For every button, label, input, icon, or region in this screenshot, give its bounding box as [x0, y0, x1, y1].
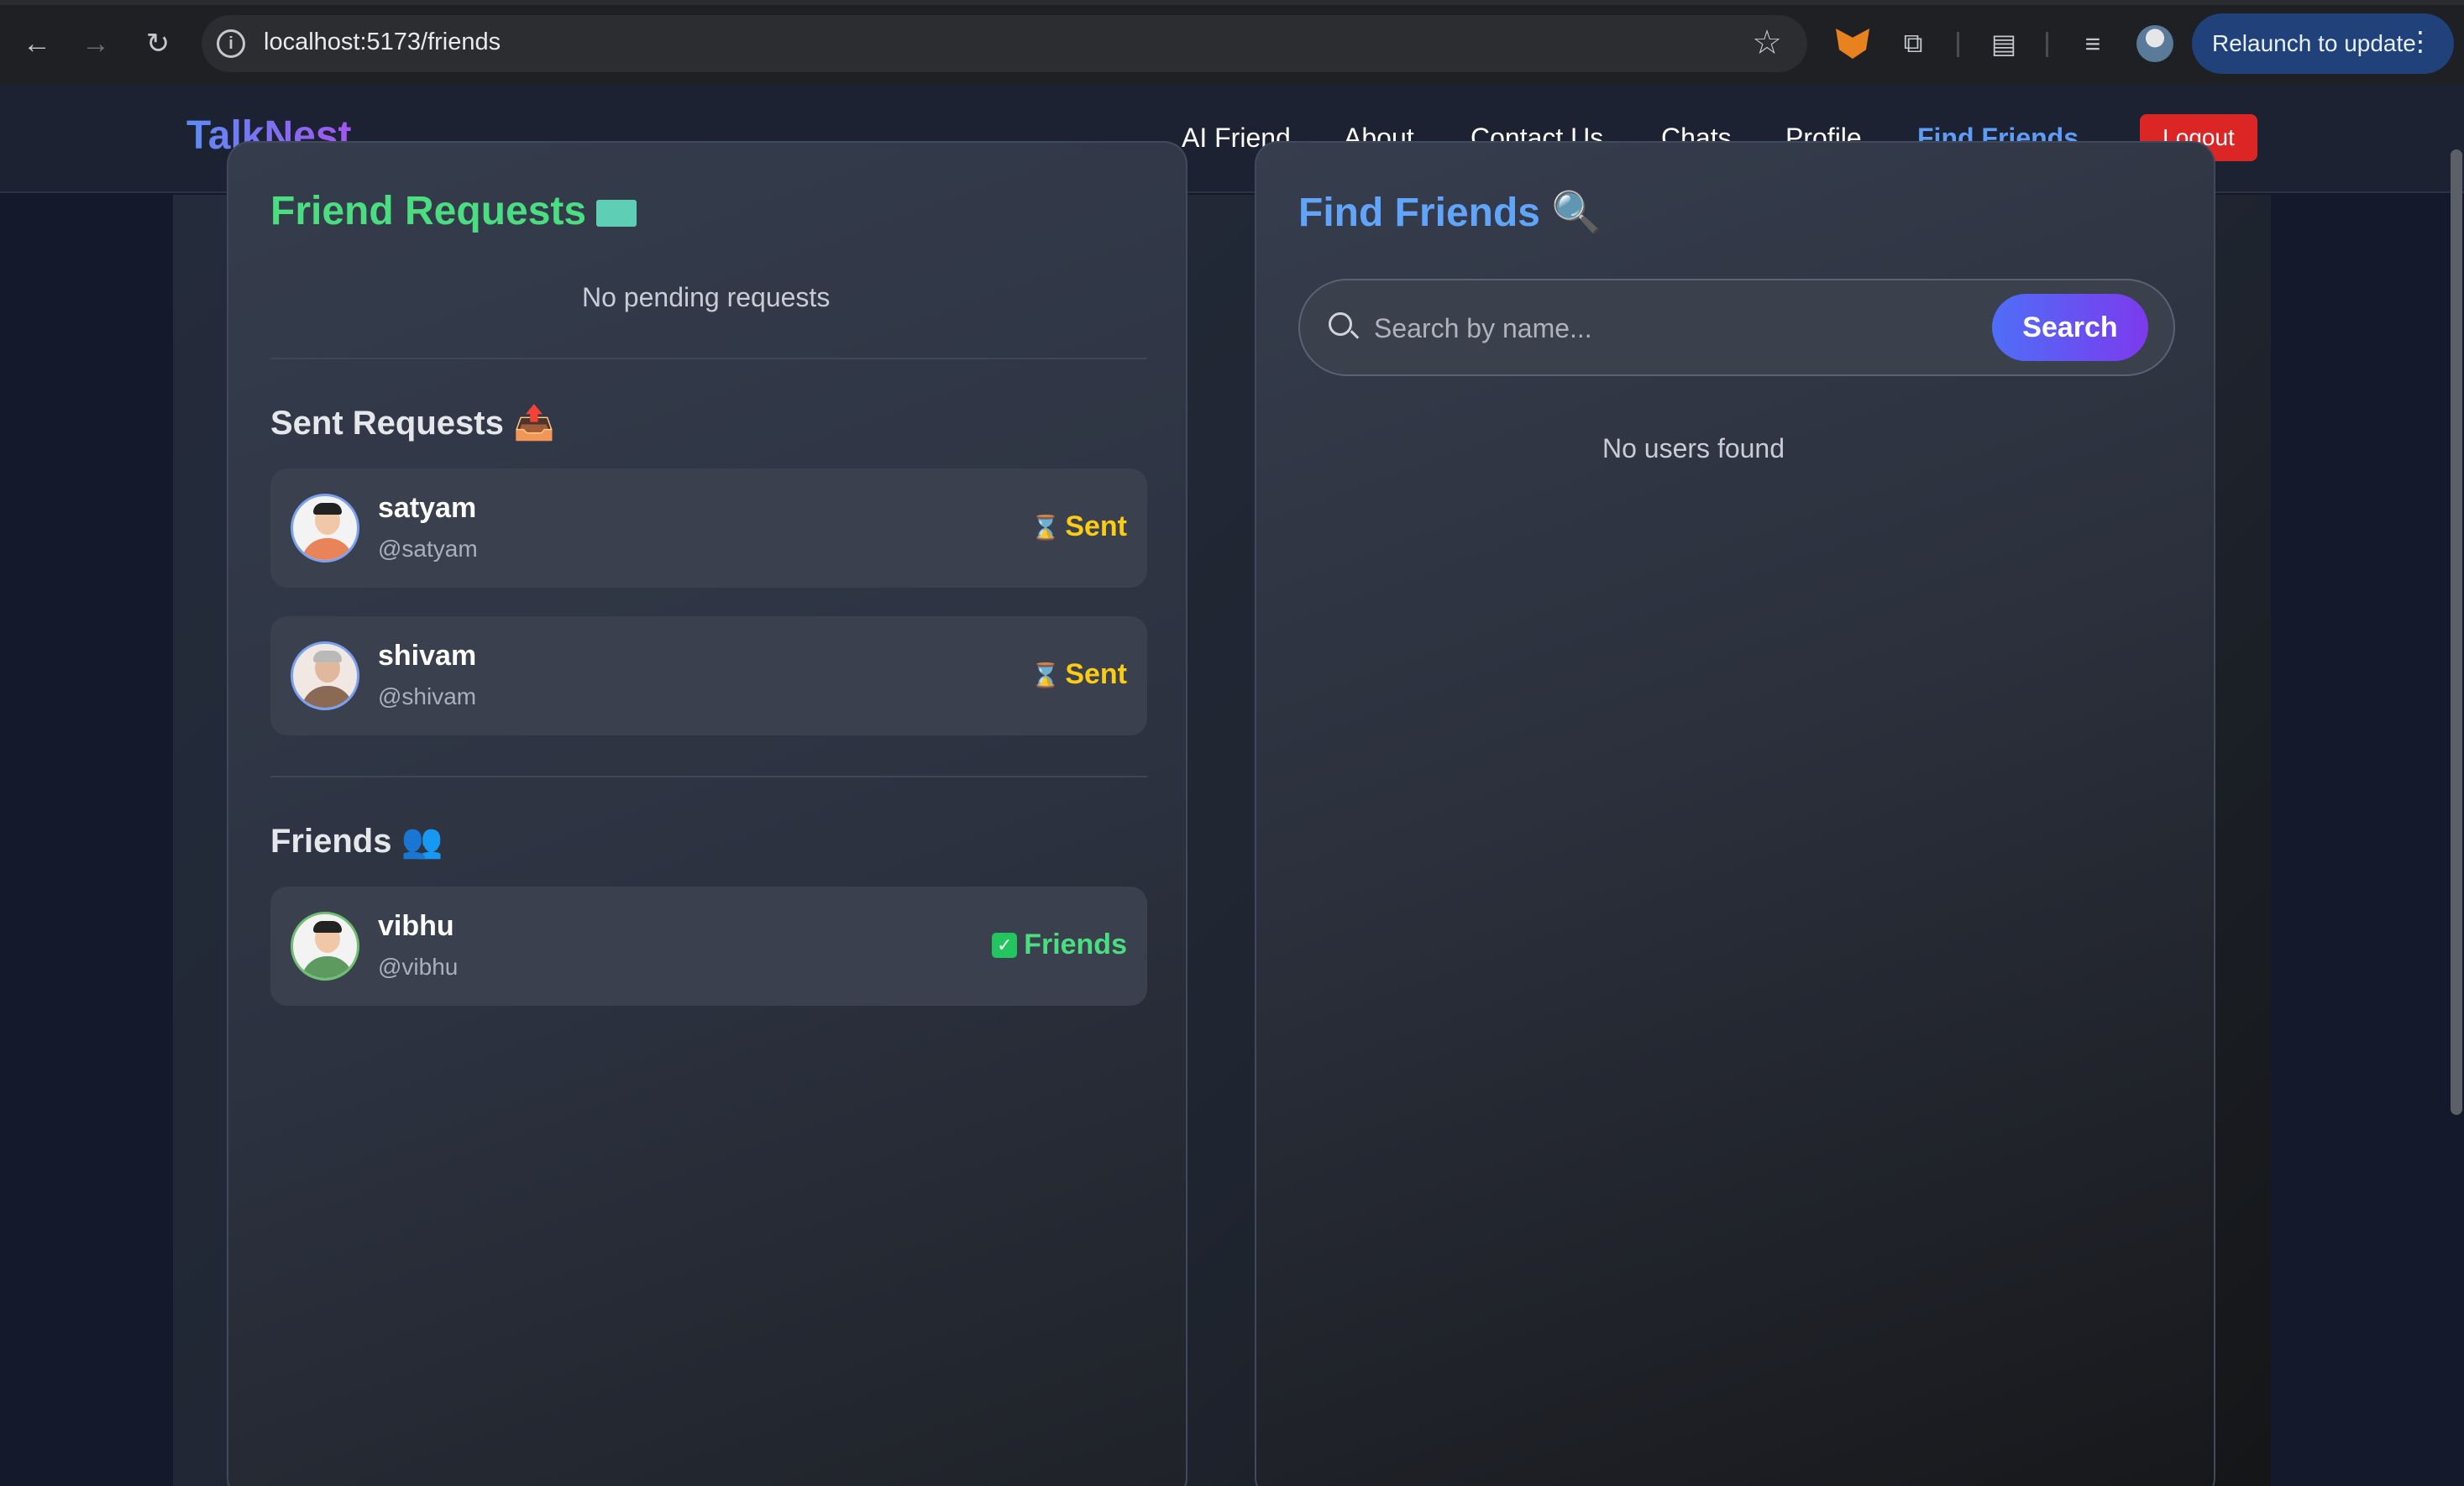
- friend-requests-title: Friend Requests: [270, 189, 587, 233]
- user-name: satyam: [378, 492, 477, 524]
- back-icon[interactable]: ←: [17, 24, 57, 64]
- forward-icon[interactable]: →: [76, 24, 116, 64]
- relaunch-button[interactable]: Relaunch to update ⋮: [2192, 13, 2454, 74]
- hourglass-icon: ⌛: [1030, 515, 1061, 541]
- address-bar[interactable]: i localhost:5173/friends ☆: [202, 15, 1807, 72]
- friends-status: ✓ Friends: [992, 929, 1127, 961]
- tab-strip: [0, 0, 2464, 5]
- avatar: [291, 494, 359, 562]
- page-scrollbar[interactable]: [2451, 149, 2462, 1115]
- avatar-hair: [313, 651, 342, 662]
- sent-request-card: satyam @satyam ⌛ Sent: [270, 468, 1147, 588]
- bookmark-star-icon[interactable]: ☆: [1752, 24, 1782, 62]
- no-users-found-text: No users found: [1602, 433, 1785, 463]
- user-name: shivam: [378, 640, 477, 672]
- friends-panel: Friend Requests No pending requests Sent…: [227, 141, 1187, 1486]
- friend-requests-heading: Friend Requests: [270, 188, 637, 234]
- sent-status: ⌛ Sent: [1030, 510, 1127, 543]
- reading-list-icon[interactable]: ▤: [1984, 24, 2024, 64]
- check-icon: ✓: [992, 933, 1018, 958]
- user-handle: @shivam: [378, 683, 477, 709]
- avatar-hair: [313, 503, 342, 515]
- search-bar: Search: [1298, 279, 2175, 376]
- divider: [270, 776, 1147, 777]
- site-info-icon[interactable]: i: [217, 29, 245, 58]
- divider: [270, 358, 1147, 359]
- find-friends-heading: Find Friends 🔍: [1298, 191, 1602, 235]
- find-friends-panel: Find Friends 🔍 Search No users found: [1255, 141, 2215, 1486]
- metamask-extension-icon[interactable]: [1836, 29, 1869, 59]
- extensions-puzzle-icon[interactable]: ⧉: [1893, 24, 1933, 64]
- media-controls-icon[interactable]: ≡: [2073, 24, 2113, 64]
- avatar: [291, 912, 359, 981]
- avatar-body: [301, 538, 354, 560]
- sent-request-card: shivam @shivam ⌛ Sent: [270, 616, 1147, 735]
- browser-chrome: ← → ↻ i localhost:5173/friends ☆ ⧉ ▤ ≡ R…: [0, 0, 2464, 84]
- sent-status-label: Sent: [1065, 658, 1127, 690]
- friend-card: vibhu @vibhu ✓ Friends: [270, 887, 1147, 1006]
- sent-requests-heading: Sent Requests 📤: [270, 405, 555, 442]
- friends-status-label: Friends: [1024, 929, 1127, 960]
- search-input[interactable]: [1374, 306, 1962, 351]
- avatar-body: [301, 956, 354, 978]
- inbox-icon: [596, 200, 637, 228]
- avatar-body: [301, 686, 354, 708]
- reload-icon[interactable]: ↻: [138, 24, 178, 64]
- search-button[interactable]: Search: [1992, 294, 2148, 361]
- url-text[interactable]: localhost:5173/friends: [264, 29, 501, 56]
- profile-avatar[interactable]: [2136, 25, 2173, 62]
- user-name: vibhu: [378, 910, 454, 942]
- toolbar-separator: [2046, 32, 2048, 57]
- user-handle: @satyam: [378, 536, 478, 562]
- search-icon: [1329, 312, 1352, 336]
- sent-status: ⌛ Sent: [1030, 658, 1127, 691]
- more-options-icon[interactable]: ⋮: [2407, 25, 2434, 57]
- toolbar-separator: [1957, 32, 1959, 57]
- avatar: [291, 641, 359, 710]
- friends-heading: Friends 👥: [270, 823, 443, 860]
- hourglass-icon: ⌛: [1030, 662, 1061, 688]
- avatar-hair: [313, 921, 342, 933]
- sent-status-label: Sent: [1065, 510, 1127, 542]
- relaunch-label: Relaunch to update: [2212, 30, 2416, 56]
- user-handle: @vibhu: [378, 954, 459, 980]
- no-pending-requests-text: No pending requests: [582, 282, 831, 312]
